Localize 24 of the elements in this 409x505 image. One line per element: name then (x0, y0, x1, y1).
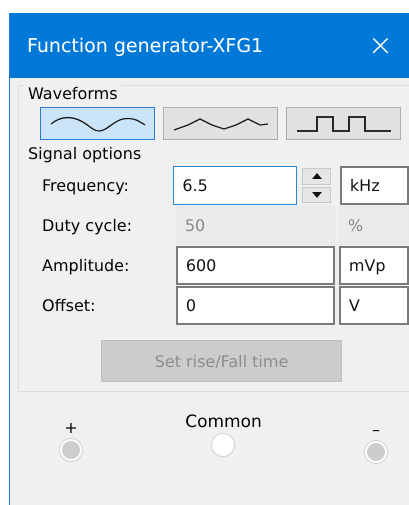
input-field[interactable]: 6.5 (173, 166, 298, 205)
waveform-button[interactable] (163, 107, 278, 140)
unit-field[interactable]: V (338, 286, 409, 325)
spin-up-button[interactable] (302, 168, 331, 184)
spin-down-button[interactable] (302, 186, 331, 203)
input-field[interactable]: 0 (176, 286, 335, 325)
unit-field[interactable]: kHz (340, 166, 409, 205)
field-label: Offset: (41, 295, 96, 317)
unit-field[interactable]: mVp (338, 246, 409, 285)
window-title: Function generator-XFG1 (27, 34, 264, 56)
terminal-label: Common (185, 412, 262, 432)
close-button[interactable]: × (364, 30, 397, 60)
field-label: Frequency: (41, 175, 130, 197)
input-field[interactable]: 600 (176, 246, 335, 285)
section-label: Signal options (28, 144, 142, 163)
terminal-label: + (64, 418, 78, 437)
terminal-label: – (372, 420, 380, 439)
waveform-button[interactable] (40, 107, 155, 140)
up-arrow-icon (312, 173, 322, 180)
field-label: Duty cycle: (41, 215, 134, 237)
field-label: Amplitude: (41, 255, 130, 277)
spinner[interactable] (302, 166, 331, 205)
down-arrow-icon (312, 192, 322, 198)
waveform-button[interactable] (286, 107, 401, 140)
